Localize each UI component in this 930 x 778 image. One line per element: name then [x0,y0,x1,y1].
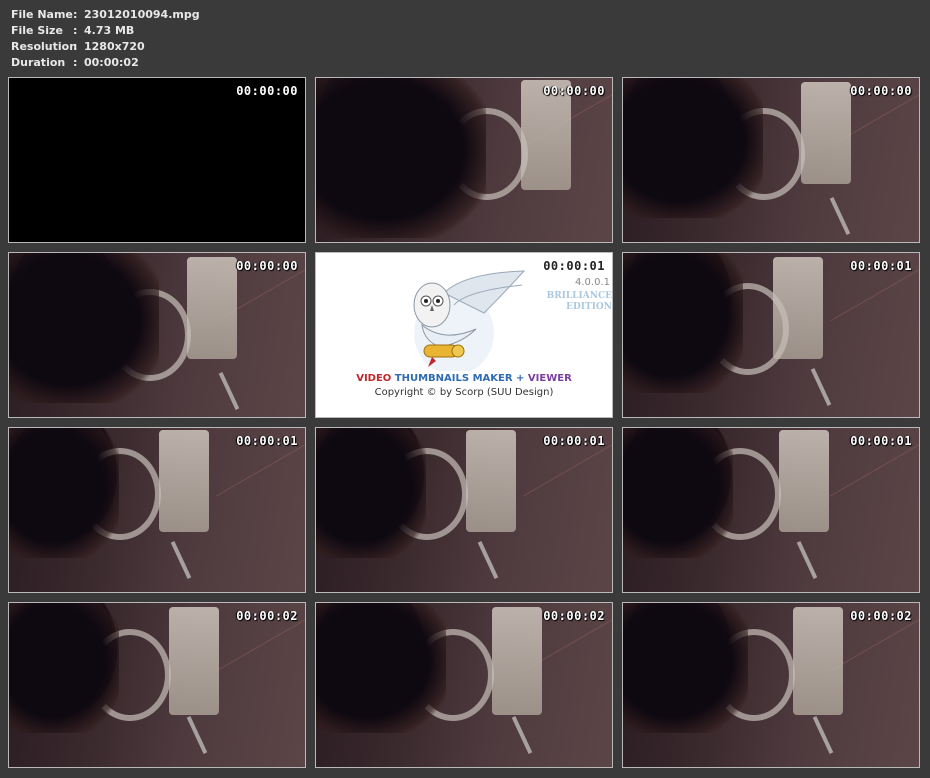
thumbnail-frame-image [316,78,612,242]
splash-title-word: VIDEO [356,373,392,384]
thumbnail-timestamp: 00:00:02 [850,609,912,623]
thumbnail[interactable]: 00:00:00 [8,252,306,418]
splash-title-word: THUMBNAILS [394,373,470,384]
thumbnail[interactable]: 00:00:00 [315,77,613,243]
thumbnail-timestamp: 00:00:01 [850,259,912,273]
splash-copyright: Copyright © by Scorp (SUU Design) [374,387,554,398]
thumbnail-frame-image [9,428,305,592]
thumbnail-timestamp: 00:00:00 [850,84,912,98]
info-label: Duration [11,56,66,69]
thumbnail[interactable]: 00:00:01 [8,427,306,593]
thumbnail-frame-black [9,78,305,242]
thumbnail-frame-image [316,603,612,767]
splash-edition-line1: BRILLIANCE [546,291,612,301]
info-value: 23012010094.mpg [84,8,200,21]
thumbnail-timestamp: 00:00:00 [236,84,298,98]
thumbnail-frame-image [9,253,305,417]
info-value: 4.73 MB [84,24,135,37]
info-label: File Size [11,24,63,37]
info-separator: : [73,8,78,21]
info-row-resolution: Resolution : 1280x720 [11,39,200,55]
info-row-duration: Duration : 00:00:02 [11,55,200,71]
thumbnail-frame-image [316,428,612,592]
splash-title: VIDEO THUMBNAILS MAKER + VIEWER [316,373,612,384]
info-separator: : [73,40,78,53]
thumbnail-timestamp: 00:00:00 [543,84,605,98]
thumbnail-timestamp: 00:00:01 [236,434,298,448]
thumbnail-frame-image [623,253,919,417]
thumbnail-grid: 00:00:00 00:00:00 00:00:00 00:00:00 4.0.… [8,77,922,769]
thumbnail-timestamp: 00:00:01 [850,434,912,448]
thumbnail-timestamp: 00:00:01 [543,434,605,448]
splash-title-plus: + [516,373,525,384]
thumbnail[interactable]: 00:00:01 [622,427,920,593]
info-row-file-name: File Name : 23012010094.mpg [11,7,200,23]
info-separator: : [73,24,78,37]
thumbnail[interactable]: 00:00:02 [8,602,306,768]
splash-title-word: VIEWER [527,373,572,384]
info-value: 1280x720 [84,40,145,53]
thumbnail-timestamp: 00:00:01 [543,259,605,273]
splash-screen: 4.0.0.1 BRILLIANCE EDITION VIDEO THUMBNA… [316,253,612,417]
thumbnail[interactable]: 00:00:02 [315,602,613,768]
splash-edition-line2: EDITION [566,302,612,312]
info-value: 00:00:02 [84,56,139,69]
thumbnail-frame-image [623,603,919,767]
thumbnail-timestamp: 00:00:00 [236,259,298,273]
info-label: File Name [11,8,73,21]
thumbnail[interactable]: 00:00:00 [8,77,306,243]
splash-edition: BRILLIANCE EDITION [547,291,612,313]
thumbnail-timestamp: 00:00:02 [236,609,298,623]
thumbnail-timestamp: 00:00:02 [543,609,605,623]
owl-logo-icon [413,270,526,371]
thumbnail[interactable]: 4.0.0.1 BRILLIANCE EDITION VIDEO THUMBNA… [315,252,613,418]
info-separator: : [73,56,78,69]
thumbnail[interactable]: 00:00:02 [622,602,920,768]
info-row-file-size: File Size : 4.73 MB [11,23,200,39]
thumbnail[interactable]: 00:00:01 [315,427,613,593]
thumbnail-frame-image [623,428,919,592]
splash-title-word: MAKER [472,373,513,384]
splash-version: 4.0.0.1 [575,277,610,288]
thumbnail[interactable]: 00:00:00 [622,77,920,243]
thumbnail-frame-image [623,78,919,242]
thumbnail[interactable]: 00:00:01 [622,252,920,418]
file-info-panel: File Name : 23012010094.mpg File Size : … [11,7,200,71]
thumbnail-frame-image [9,603,305,767]
info-label: Resolution [11,40,78,53]
